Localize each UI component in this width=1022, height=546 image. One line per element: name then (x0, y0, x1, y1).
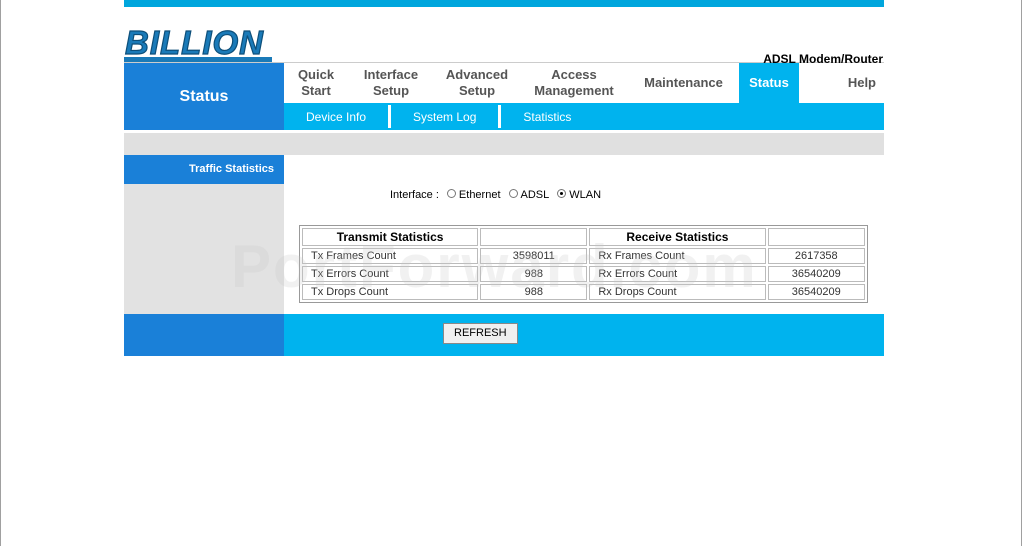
tx-value: 988 (480, 284, 588, 300)
menu-interface-setup[interactable]: Interface Setup (348, 63, 434, 103)
billion-logo: BILLION (124, 23, 272, 62)
tx-value: 3598011 (480, 248, 588, 264)
ethernet-label[interactable]: Ethernet (459, 189, 501, 201)
table-row: Tx Frames Count 3598011 Rx Frames Count … (302, 248, 865, 264)
menu-access-management[interactable]: Access Management (520, 63, 628, 103)
interface-selector: Interface : Ethernet ADSL WLAN (390, 188, 601, 201)
rx-label: Rx Frames Count (589, 248, 766, 264)
tx-label: Tx Drops Count (302, 284, 479, 300)
main-panel: Interface : Ethernet ADSL WLAN Transmit … (284, 155, 884, 314)
table-row: Tx Drops Count 988 Rx Drops Count 365402… (302, 284, 865, 300)
sidebar-title: Traffic Statistics (124, 155, 284, 184)
menu-help[interactable]: Help (799, 63, 884, 103)
submenu-statistics[interactable]: Statistics (501, 110, 593, 124)
tx-label: Tx Frames Count (302, 248, 479, 264)
adsl-radio[interactable] (508, 188, 518, 198)
navigation: Status Quick Start Interface Setup Advan… (124, 63, 884, 130)
wlan-radio[interactable] (557, 188, 567, 198)
wlan-label[interactable]: WLAN (569, 189, 601, 201)
main-menu: Quick Start Interface Setup Advanced Set… (284, 63, 884, 103)
rx-value: 2617358 (767, 248, 865, 264)
rx-value: 36540209 (767, 284, 865, 300)
menu-status[interactable]: Status (739, 63, 799, 103)
interface-label: Interface : (390, 189, 439, 201)
footer-right: REFRESH (284, 314, 884, 356)
menu-maintenance[interactable]: Maintenance (628, 63, 739, 103)
table-header-row: Transmit Statistics Receive Statistics (302, 228, 865, 246)
rx-value: 36540209 (767, 266, 865, 282)
menu-advanced-setup[interactable]: Advanced Setup (434, 63, 520, 103)
transmit-header: Transmit Statistics (302, 228, 479, 246)
header: BILLION ADSL Modem/Router (124, 7, 884, 66)
submenu-device-info[interactable]: Device Info (284, 110, 388, 124)
content-area: Traffic Statistics Interface : Ethernet … (124, 155, 884, 314)
tx-label: Tx Errors Count (302, 266, 479, 282)
adsl-label[interactable]: ADSL (521, 189, 550, 201)
sub-menu: Device Info System Log Statistics (284, 103, 884, 130)
table-row: Tx Errors Count 988 Rx Errors Count 3654… (302, 266, 865, 282)
product-name: ADSL Modem/Router (763, 52, 883, 66)
rx-label: Rx Errors Count (589, 266, 766, 282)
receive-header: Receive Statistics (589, 228, 766, 246)
footer-left (124, 314, 284, 356)
top-accent-bar (124, 0, 884, 7)
router-page: BILLION ADSL Modem/Router Status Quick S… (124, 0, 884, 356)
refresh-button[interactable]: REFRESH (443, 323, 518, 344)
menu-quick-start[interactable]: Quick Start (284, 63, 348, 103)
logo-text: BILLION (125, 24, 264, 61)
tx-value: 988 (480, 266, 588, 282)
section-title: Status (124, 63, 284, 130)
statistics-table: Transmit Statistics Receive Statistics T… (299, 225, 868, 303)
footer-bar: REFRESH (124, 314, 884, 356)
submenu-system-log[interactable]: System Log (391, 110, 498, 124)
sidebar: Traffic Statistics (124, 155, 284, 314)
spacer-bar (124, 133, 884, 155)
table-header-blank (767, 228, 865, 246)
ethernet-radio[interactable] (446, 188, 456, 198)
rx-label: Rx Drops Count (589, 284, 766, 300)
table-header-blank (480, 228, 588, 246)
